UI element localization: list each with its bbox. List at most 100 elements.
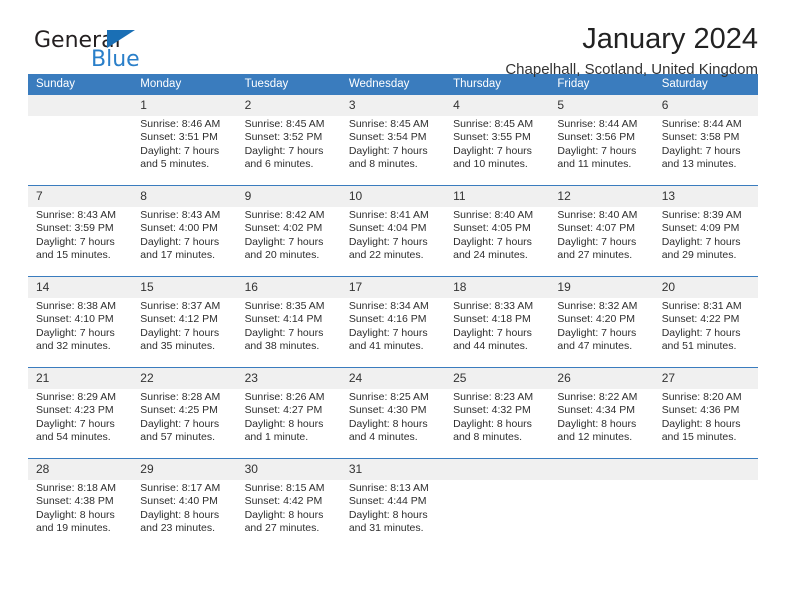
- day-details: Sunrise: 8:22 AM Sunset: 4:34 PM Daylight:…: [549, 389, 653, 445]
- calendar-day-cell[interactable]: 31 Sunrise: 8:13 AM Sunset: 4:44 PM Dayligh…: [340, 458, 446, 549]
- calendar-day-cell[interactable]: 17 Sunrise: 8:34 AM Sunset: 4:16 PM Dayligh…: [340, 276, 446, 368]
- day-number: 25: [445, 368, 550, 389]
- day-details: Sunrise: 8:41 AM Sunset: 4:04 PM Daylight:…: [341, 207, 445, 263]
- day-number: 3: [340, 95, 446, 116]
- calendar-day-cell[interactable]: 12 Sunrise: 8:40 AM Sunset: 4:07 PM Dayligh…: [549, 185, 654, 277]
- daylight-text-line2: and 32 minutes.: [36, 340, 111, 353]
- day-number: 27: [653, 368, 758, 389]
- day-number: 20: [653, 277, 758, 298]
- calendar-day-cell[interactable]: 5 Sunrise: 8:44 AM Sunset: 3:56 PM Daylight…: [549, 95, 654, 186]
- calendar-day-cell[interactable]: 16 Sunrise: 8:35 AM Sunset: 4:14 PM Dayligh…: [236, 276, 341, 368]
- daylight-text-line1: Daylight: 7 hours: [453, 235, 532, 248]
- calendar-day-cell[interactable]: 26 Sunrise: 8:22 AM Sunset: 4:34 PM Dayligh…: [549, 367, 654, 459]
- day-cell-content: 30 Sunrise: 8:15 AM Sunset: 4:42 PM Dayligh…: [236, 459, 341, 549]
- day-number: 21: [28, 368, 133, 389]
- day-details: Sunrise: 8:43 AM Sunset: 3:59 PM Daylight:…: [28, 207, 132, 263]
- day-cell-content: 8 Sunrise: 8:43 AM Sunset: 4:00 PM Daylight…: [132, 186, 237, 276]
- sunrise-text: Sunrise: 8:17 AM: [140, 482, 221, 494]
- day-cell-content: 25 Sunrise: 8:23 AM Sunset: 4:32 PM Dayligh…: [445, 368, 550, 458]
- sunset-text: Sunset: 4:09 PM: [661, 222, 740, 235]
- daylight-text-line2: and 4 minutes.: [348, 431, 418, 444]
- calendar-body: 1 Sunrise: 8:46 AM Sunset: 3:51 PM Daylight…: [28, 95, 758, 549]
- daylight-text-line1: Daylight: 7 hours: [453, 326, 532, 339]
- sunset-text: Sunset: 4:10 PM: [36, 313, 114, 326]
- sunrise-text: Sunrise: 8:13 AM: [348, 482, 429, 494]
- day-number: 17: [340, 277, 446, 298]
- day-number: 8: [132, 186, 237, 207]
- calendar-day-cell[interactable]: 30 Sunrise: 8:15 AM Sunset: 4:42 PM Dayligh…: [236, 458, 341, 549]
- calendar-day-cell[interactable]: 15 Sunrise: 8:37 AM Sunset: 4:12 PM Dayligh…: [132, 276, 237, 368]
- day-cell-content: 6 Sunrise: 8:44 AM Sunset: 3:58 PM Daylight…: [653, 95, 758, 185]
- sunrise-text: Sunrise: 8:45 AM: [453, 118, 534, 130]
- day-details: Sunrise: 8:44 AM Sunset: 3:58 PM Daylight:…: [654, 116, 758, 172]
- weekday-header-wednesday: Wednesday: [340, 74, 446, 95]
- calendar-day-cell[interactable]: 7 Sunrise: 8:43 AM Sunset: 3:59 PM Daylight…: [28, 185, 133, 277]
- sunrise-text: Sunrise: 8:32 AM: [557, 300, 638, 312]
- calendar-day-cell[interactable]: 19 Sunrise: 8:32 AM Sunset: 4:20 PM Dayligh…: [549, 276, 654, 368]
- day-number: 12: [549, 186, 654, 207]
- calendar-day-cell[interactable]: 6 Sunrise: 8:44 AM Sunset: 3:58 PM Daylight…: [653, 95, 758, 186]
- daylight-text-line2: and 24 minutes.: [453, 249, 528, 262]
- calendar-day-cell[interactable]: 22 Sunrise: 8:28 AM Sunset: 4:25 PM Dayligh…: [132, 367, 237, 459]
- calendar-day-cell[interactable]: 29 Sunrise: 8:17 AM Sunset: 4:40 PM Dayligh…: [132, 458, 237, 549]
- calendar-day-cell[interactable]: 10 Sunrise: 8:41 AM Sunset: 4:04 PM Dayligh…: [340, 185, 446, 277]
- calendar-day-cell[interactable]: 1 Sunrise: 8:46 AM Sunset: 3:51 PM Daylight…: [132, 95, 237, 186]
- sunset-text: Sunset: 3:59 PM: [36, 222, 114, 235]
- daylight-text-line1: Daylight: 7 hours: [36, 235, 115, 248]
- calendar-day-cell[interactable]: 21 Sunrise: 8:29 AM Sunset: 4:23 PM Dayligh…: [28, 367, 133, 459]
- sunset-text: Sunset: 3:56 PM: [557, 131, 636, 144]
- sunset-text: Sunset: 4:16 PM: [348, 313, 427, 326]
- day-cell-content: 28 Sunrise: 8:18 AM Sunset: 4:38 PM Dayligh…: [28, 459, 133, 549]
- day-cell-content: 13 Sunrise: 8:39 AM Sunset: 4:09 PM Dayligh…: [653, 186, 758, 276]
- day-details: Sunrise: 8:29 AM Sunset: 4:23 PM Daylight:…: [28, 389, 132, 445]
- calendar-day-cell[interactable]: 20 Sunrise: 8:31 AM Sunset: 4:22 PM Dayligh…: [653, 276, 758, 368]
- day-number: 5: [549, 95, 654, 116]
- general-blue-logo[interactable]: General Blue: [34, 28, 254, 78]
- day-cell-content: 31 Sunrise: 8:13 AM Sunset: 4:44 PM Dayligh…: [340, 459, 446, 549]
- calendar-day-cell[interactable]: 4 Sunrise: 8:45 AM Sunset: 3:55 PM Daylight…: [445, 95, 550, 186]
- calendar-day-cell[interactable]: 24 Sunrise: 8:25 AM Sunset: 4:30 PM Dayligh…: [340, 367, 446, 459]
- calendar-day-cell[interactable]: 11 Sunrise: 8:40 AM Sunset: 4:05 PM Dayligh…: [445, 185, 550, 277]
- calendar-day-cell[interactable]: 28 Sunrise: 8:18 AM Sunset: 4:38 PM Dayligh…: [28, 458, 133, 549]
- calendar-day-cell[interactable]: 8 Sunrise: 8:43 AM Sunset: 4:00 PM Daylight…: [132, 185, 237, 277]
- sunset-text: Sunset: 4:00 PM: [140, 222, 218, 235]
- calendar-day-cell[interactable]: 27 Sunrise: 8:20 AM Sunset: 4:36 PM Dayligh…: [653, 367, 758, 459]
- daylight-text-line1: Daylight: 8 hours: [140, 508, 220, 521]
- sunrise-text: Sunrise: 8:43 AM: [36, 209, 116, 221]
- sunrise-text: Sunrise: 8:44 AM: [557, 118, 638, 130]
- sunrise-text: Sunrise: 8:34 AM: [348, 300, 429, 312]
- day-cell-content: 12 Sunrise: 8:40 AM Sunset: 4:07 PM Dayligh…: [549, 186, 654, 276]
- sunset-text: Sunset: 4:23 PM: [36, 404, 114, 417]
- sunrise-text: Sunrise: 8:39 AM: [661, 209, 742, 221]
- sunrise-text: Sunrise: 8:33 AM: [453, 300, 534, 312]
- calendar-day-cell[interactable]: 18 Sunrise: 8:33 AM Sunset: 4:18 PM Dayligh…: [445, 276, 550, 368]
- calendar-day-cell[interactable]: 3 Sunrise: 8:45 AM Sunset: 3:54 PM Daylight…: [340, 95, 446, 186]
- day-cell-content: 4 Sunrise: 8:45 AM Sunset: 3:55 PM Daylight…: [445, 95, 550, 185]
- calendar-day-cell[interactable]: 25 Sunrise: 8:23 AM Sunset: 4:32 PM Dayligh…: [445, 367, 550, 459]
- day-cell-content: 14 Sunrise: 8:38 AM Sunset: 4:10 PM Dayligh…: [28, 277, 133, 367]
- day-cell-content: 19 Sunrise: 8:32 AM Sunset: 4:20 PM Dayligh…: [549, 277, 654, 367]
- calendar-day-cell[interactable]: 23 Sunrise: 8:26 AM Sunset: 4:27 PM Dayligh…: [236, 367, 341, 459]
- daylight-text-line2: and 15 minutes.: [36, 249, 111, 262]
- calendar-day-cell[interactable]: 2 Sunrise: 8:45 AM Sunset: 3:52 PM Daylight…: [236, 95, 341, 186]
- daylight-text-line1: Daylight: 8 hours: [348, 417, 428, 430]
- calendar-day-cell[interactable]: 9 Sunrise: 8:42 AM Sunset: 4:02 PM Daylight…: [236, 185, 341, 277]
- day-cell-content: 16 Sunrise: 8:35 AM Sunset: 4:14 PM Dayligh…: [236, 277, 341, 367]
- day-cell-content: 11 Sunrise: 8:40 AM Sunset: 4:05 PM Dayligh…: [445, 186, 550, 276]
- sunset-text: Sunset: 4:18 PM: [453, 313, 531, 326]
- day-details: [445, 480, 549, 482]
- calendar-day-cell[interactable]: 13 Sunrise: 8:39 AM Sunset: 4:09 PM Dayligh…: [653, 185, 758, 277]
- day-cell-content: 18 Sunrise: 8:33 AM Sunset: 4:18 PM Dayligh…: [445, 277, 550, 367]
- day-details: Sunrise: 8:17 AM Sunset: 4:40 PM Daylight:…: [132, 480, 236, 536]
- daylight-text-line1: Daylight: 7 hours: [140, 144, 220, 157]
- day-details: Sunrise: 8:42 AM Sunset: 4:02 PM Daylight:…: [237, 207, 341, 263]
- day-details: Sunrise: 8:26 AM Sunset: 4:27 PM Daylight:…: [237, 389, 341, 445]
- day-number: 14: [28, 277, 133, 298]
- daylight-text-line1: Daylight: 7 hours: [348, 235, 428, 248]
- title-block: January 2024 Chapelhall, Scotland, Unite…: [505, 22, 758, 80]
- day-cell-content: 27 Sunrise: 8:20 AM Sunset: 4:36 PM Dayligh…: [653, 368, 758, 458]
- day-number: 23: [236, 368, 341, 389]
- day-details: Sunrise: 8:40 AM Sunset: 4:07 PM Daylight:…: [549, 207, 653, 263]
- daylight-text-line1: Daylight: 7 hours: [661, 235, 741, 248]
- calendar-day-cell[interactable]: 14 Sunrise: 8:38 AM Sunset: 4:10 PM Dayligh…: [28, 276, 133, 368]
